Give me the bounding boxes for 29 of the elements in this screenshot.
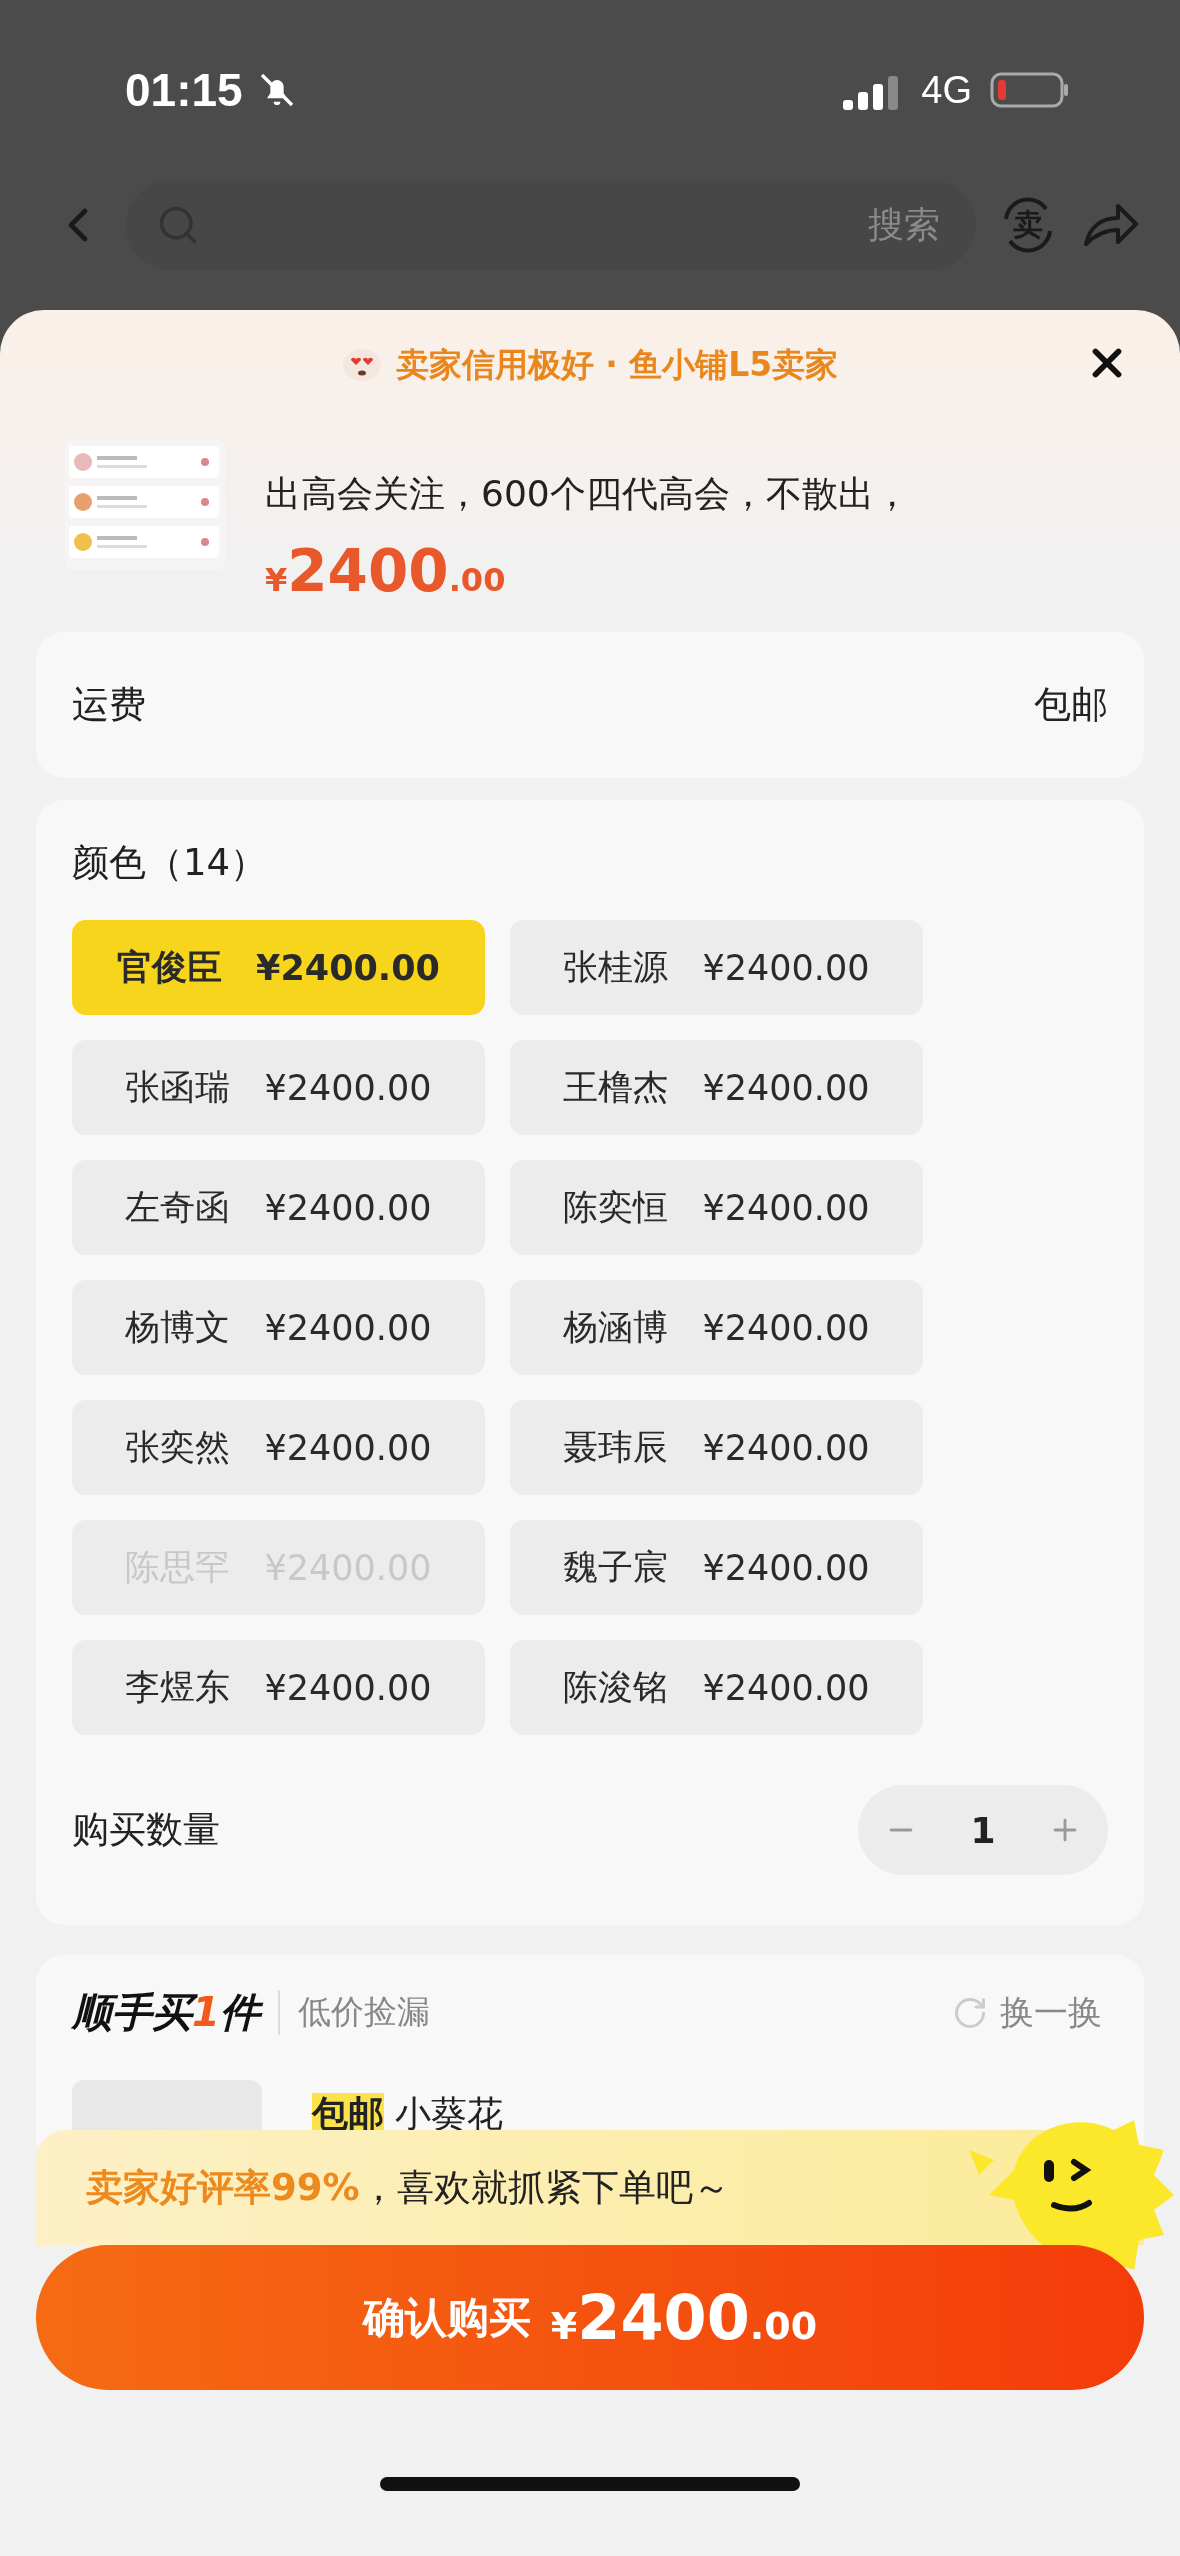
color-option[interactable]: 陈浚铭 ¥2400.00 xyxy=(510,1640,923,1735)
color-option[interactable]: 聂玮辰 ¥2400.00 xyxy=(510,1400,923,1495)
product-price: ¥2400.00 xyxy=(265,537,507,605)
color-option[interactable]: 陈奕恒 ¥2400.00 xyxy=(510,1160,923,1255)
network-type: 4G xyxy=(921,68,972,112)
color-option[interactable]: 张奕然 ¥2400.00 xyxy=(72,1400,485,1495)
battery-icon xyxy=(990,70,1070,110)
color-option[interactable]: 王橹杰 ¥2400.00 xyxy=(510,1040,923,1135)
seller-credit-text: 卖家信用极好 · 鱼小铺L5卖家 xyxy=(395,343,839,386)
color-option[interactable]: 魏子宸 ¥2400.00 xyxy=(510,1520,923,1615)
color-option[interactable]: 官俊臣 ¥2400.00 xyxy=(72,920,485,1015)
color-option[interactable]: 杨博文 ¥2400.00 xyxy=(72,1280,485,1375)
color-option[interactable]: 杨涵博 ¥2400.00 xyxy=(510,1280,923,1375)
color-option[interactable]: 左奇函 ¥2400.00 xyxy=(72,1160,485,1255)
confirm-purchase-button[interactable]: 确认购买 ¥2400.00 xyxy=(36,2245,1144,2390)
color-option[interactable]: 张桂源 ¥2400.00 xyxy=(510,920,923,1015)
color-section-title: 颜色（14） xyxy=(72,841,268,884)
color-option[interactable]: 李煜东 ¥2400.00 xyxy=(72,1640,485,1735)
heart-eyes-icon xyxy=(341,348,382,382)
time: 01:15 xyxy=(125,63,243,117)
shipping-value: 包邮 xyxy=(1034,682,1108,728)
product-title: 出高会关注，600个四代高会，不散出， xyxy=(265,472,910,516)
promo-message: 卖家好评率99%，喜欢就抓紧下单吧～ xyxy=(86,2164,730,2211)
color-option[interactable]: 张函瑞 ¥2400.00 xyxy=(72,1040,485,1135)
quantity-stepper[interactable]: 1 xyxy=(858,1785,1108,1875)
quantity-label: 购买数量 xyxy=(72,1807,220,1853)
shipping-label: 运费 xyxy=(72,682,146,728)
bundle-subtitle: 低价捡漏 xyxy=(277,1990,430,2035)
quantity-value: 1 xyxy=(970,1809,996,1851)
